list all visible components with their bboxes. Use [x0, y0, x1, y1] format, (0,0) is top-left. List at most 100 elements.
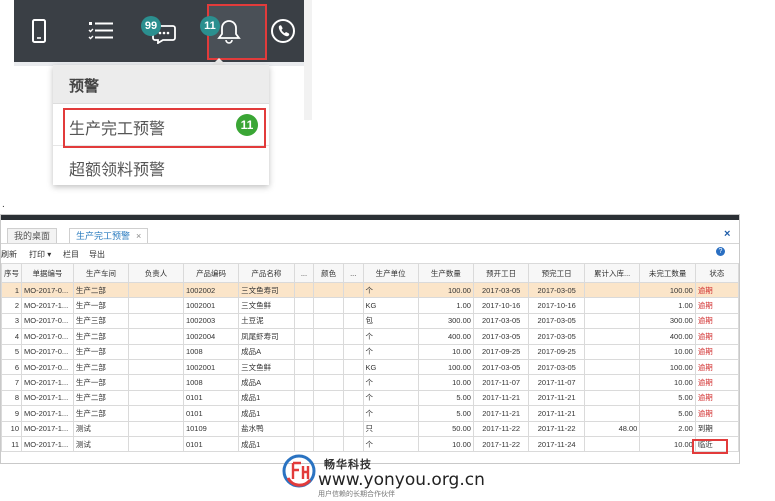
print-button[interactable]: 打印 ▾ [29, 249, 51, 260]
window-top-bar [1, 215, 739, 220]
cell-c1 [293, 312, 315, 330]
cell-stocked: 48.00 [583, 420, 641, 437]
cell-no: 11 [1, 435, 22, 453]
dropdown-header-label: 预警 [69, 77, 100, 95]
column-header[interactable]: 生产数量 [417, 263, 474, 283]
cell-unit: 个 [362, 435, 419, 453]
cell-unit: 个 [362, 328, 419, 345]
cell-workshop: 测试 [72, 435, 130, 453]
cell-status: 逾期 [694, 281, 739, 299]
tablet-icon[interactable] [22, 14, 56, 48]
cell-qty: 1.00 [417, 297, 474, 314]
cell-pcode: 0101 [182, 435, 240, 453]
columns-button[interactable]: 栏目 [63, 249, 79, 260]
table-row[interactable]: 7 MO-2017-1... 生产一部 1008 成品A 个 10.00 2017-11-07… [1, 374, 739, 391]
cell-pcode: 1002003 [182, 312, 240, 330]
cell-remain: 10.00 [639, 435, 696, 453]
cell-pname: 三文鱼鲜 [238, 297, 295, 314]
cell-pcode: 1002002 [182, 281, 240, 299]
column-header[interactable]: 产品编码 [182, 263, 240, 283]
cell-code: MO-2017-0... [21, 328, 74, 345]
cell-end: 2017-10-16 [528, 297, 585, 314]
cell-start: 2017-10-16 [472, 297, 530, 314]
table-row[interactable]: 6 MO-2017-0... 生产二部 1002001 三文鱼鲜 KG 100.00 2017… [1, 358, 739, 376]
column-header[interactable]: 状态 [694, 263, 739, 283]
cell-remain: 300.00 [639, 312, 696, 330]
cell-qty: 300.00 [417, 312, 474, 330]
column-header[interactable]: 产品名称 [238, 263, 295, 283]
cell-color [313, 297, 344, 314]
cell-color [313, 435, 344, 453]
cell-owner [128, 281, 184, 299]
column-header[interactable]: 序号 [1, 263, 22, 283]
cell-status: 逾期 [694, 389, 739, 407]
table-row[interactable]: 8 MO-2017-1... 生产二部 0101 成品1 个 5.00 2017-11-21 2… [1, 389, 739, 407]
cell-workshop: 生产二部 [72, 405, 130, 422]
help-icon[interactable]: ? [716, 247, 725, 256]
list-icon[interactable] [84, 14, 118, 48]
cell-pcode: 0101 [182, 405, 240, 422]
column-header[interactable]: 预完工日 [528, 263, 585, 283]
window-close-icon[interactable]: × [724, 228, 730, 240]
column-header[interactable]: 预开工日 [472, 263, 530, 283]
cell-pname: 成品A [238, 343, 295, 360]
cell-no: 6 [1, 358, 22, 376]
cell-c2 [342, 297, 364, 314]
column-header[interactable]: 负责人 [128, 263, 184, 283]
excess-material-alert-item[interactable]: 超额领料预警 [69, 156, 165, 180]
cell-remain: 2.00 [639, 420, 696, 437]
tab-close-icon[interactable]: × [136, 231, 141, 241]
cell-qty: 5.00 [417, 389, 474, 407]
column-header[interactable]: 颜色 [313, 263, 344, 283]
table-row[interactable]: 5 MO-2017-0... 生产一部 1008 成品A 个 10.00 2017-09-25… [1, 343, 739, 360]
cell-workshop: 生产二部 [72, 281, 130, 299]
tab-bar: 我的桌面 生产完工预警 × [1, 227, 739, 244]
cell-no: 1 [1, 281, 22, 299]
tab-my-desktop[interactable]: 我的桌面 [7, 228, 58, 243]
export-button[interactable]: 导出 [89, 249, 105, 260]
cell-workshop: 生产一部 [72, 343, 130, 360]
refresh-button[interactable]: 刷新 [1, 249, 17, 260]
cell-color [313, 420, 344, 437]
table-row[interactable]: 9 MO-2017-1... 生产二部 0101 成品1 个 5.00 2017-11-21 2… [1, 405, 739, 422]
cell-workshop: 生产一部 [72, 297, 130, 314]
cell-c1 [293, 374, 315, 391]
column-header[interactable]: ... [293, 263, 315, 283]
alert-count-badge: 11 [236, 114, 258, 136]
cell-start: 2017-11-21 [472, 405, 530, 422]
phone-icon[interactable] [266, 14, 300, 48]
table-row[interactable]: 11 MO-2017-1... 测试 0101 成品1 个 10.00 2017-11-22 2… [1, 435, 739, 453]
table-row[interactable]: 2 MO-2017-1... 生产一部 1002001 三文鱼鲜 KG 1.00 2017-1… [1, 297, 739, 314]
cell-c1 [293, 343, 315, 360]
table-row[interactable]: 4 MO-2017-0... 生产二部 1002004 凤尾虾寿司个 400.00 2017… [1, 328, 739, 345]
cell-c2 [342, 389, 364, 407]
cell-c2 [342, 420, 364, 437]
cell-pname: 成品1 [238, 435, 295, 453]
table-row[interactable]: 3 MO-2017-0... 生产三部 1002003 土豆泥包 300.00 2017-0… [1, 312, 739, 330]
column-header[interactable]: 生产车间 [72, 263, 130, 283]
cell-c2 [342, 343, 364, 360]
column-header[interactable]: 生产单位 [362, 263, 419, 283]
column-header[interactable]: 累计入库... [583, 263, 641, 283]
table-header-row: 序号 单据编号 生产车间 负责人 产品编码 产品名称... 颜色... 生产单位 生产数量 预开工… [1, 263, 739, 283]
table-row[interactable]: 1 MO-2017-0... 生产二部 1002002 三文鱼寿司个 100.00 2017… [1, 281, 739, 299]
column-header[interactable]: 未完工数量 [639, 263, 696, 283]
cell-owner [128, 389, 184, 407]
cell-c2 [342, 358, 364, 376]
cell-c1 [293, 281, 315, 299]
cell-stocked [583, 312, 641, 330]
cell-workshop: 测试 [72, 420, 130, 437]
cell-no: 7 [1, 374, 22, 391]
column-header[interactable]: 单据编号 [21, 263, 74, 283]
tab-production-alert[interactable]: 生产完工预警 × [69, 228, 149, 243]
cell-color [313, 281, 344, 299]
table-row[interactable]: 10 MO-2017-1... 测试 10109 盐水鸭只 50.00 2017-11-22… [1, 420, 739, 437]
cell-start: 2017-11-21 [472, 389, 530, 407]
cell-remain: 100.00 [639, 281, 696, 299]
column-header[interactable]: ... [342, 263, 364, 283]
cell-status: 逾期 [694, 343, 739, 360]
cell-code: MO-2017-0... [21, 312, 74, 330]
cell-c1 [293, 328, 315, 345]
cell-owner [128, 435, 184, 453]
cell-no: 9 [1, 405, 22, 422]
